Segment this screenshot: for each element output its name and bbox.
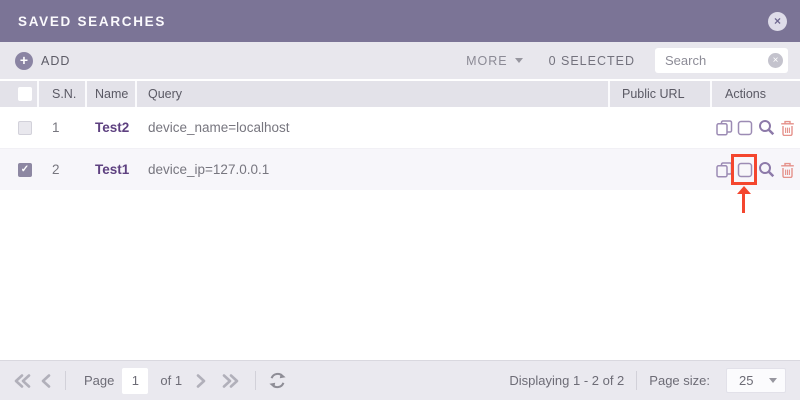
search-icon — [758, 162, 774, 178]
cell-public-url — [610, 107, 712, 148]
row-checkbox-cell — [0, 107, 39, 148]
column-header-actions: Actions — [725, 87, 766, 101]
clear-search-icon[interactable]: × — [768, 53, 783, 68]
first-page-button[interactable] — [14, 373, 31, 388]
more-button-label: MORE — [466, 53, 508, 68]
divider — [65, 371, 66, 390]
divider — [636, 371, 638, 390]
page-of-label: of 1 — [160, 373, 183, 388]
column-header-name: Name — [87, 81, 137, 107]
saved-search-name-link[interactable]: Test1 — [87, 149, 137, 190]
copy-icon — [715, 161, 732, 178]
displaying-label: Displaying 1 - 2 of 2 — [509, 373, 625, 388]
page-title: SAVED SEARCHES — [18, 13, 167, 29]
saved-searches-dialog: SAVED SEARCHES × + ADD MORE 0 SELECTED ×… — [0, 0, 800, 400]
toolbar-right: MORE 0 SELECTED × — [466, 48, 788, 73]
chevron-right-icon — [196, 373, 206, 388]
page-number-input[interactable] — [122, 367, 149, 394]
plus-icon: + — [15, 51, 33, 70]
delete-button[interactable] — [778, 119, 796, 137]
selected-count: 0 SELECTED — [548, 53, 635, 68]
next-page-button[interactable] — [196, 373, 206, 388]
saved-search-name-link[interactable]: Test2 — [87, 107, 137, 148]
search-box: × — [655, 48, 788, 73]
row-checkbox[interactable] — [18, 120, 32, 135]
trash-icon — [780, 120, 794, 136]
pager-footer: Page of 1 — [0, 360, 800, 400]
chevron-down-icon — [514, 58, 523, 63]
add-button-label: ADD — [41, 53, 71, 68]
double-chevron-left-icon — [14, 373, 31, 388]
refresh-button[interactable] — [268, 372, 287, 389]
duplicate-button[interactable] — [715, 119, 733, 137]
divider — [255, 371, 257, 390]
copy-icon — [715, 119, 732, 136]
cell-public-url — [610, 149, 712, 190]
page-label: Page — [84, 373, 115, 388]
table-row: 1 Test2 device_name=localhost — [0, 107, 800, 149]
delete-button[interactable] — [778, 161, 796, 179]
footer-right: Displaying 1 - 2 of 2 Page size: 25 — [509, 368, 786, 393]
add-button[interactable]: + ADD — [15, 51, 71, 70]
cell-query: device_name=localhost — [148, 120, 290, 135]
checkmark-icon: ✓ — [20, 163, 30, 175]
more-button[interactable]: MORE — [466, 54, 523, 68]
titlebar: SAVED SEARCHES × — [0, 0, 800, 42]
run-search-button[interactable] — [757, 161, 775, 179]
cell-query: device_ip=127.0.0.1 — [148, 162, 270, 177]
last-page-button[interactable] — [222, 373, 239, 388]
public-url-toggle-button[interactable] — [736, 119, 754, 137]
cell-sn: 1 — [52, 120, 60, 135]
cell-sn: 2 — [52, 162, 60, 177]
run-search-button[interactable] — [757, 119, 775, 137]
column-header-sn: S.N. — [39, 81, 87, 107]
chevron-left-icon — [41, 373, 51, 388]
page-size-select[interactable]: 25 — [726, 368, 786, 393]
toolbar: + ADD MORE 0 SELECTED × — [0, 42, 800, 79]
row-checkbox[interactable]: ✓ — [18, 162, 32, 177]
column-header-query: Query — [137, 81, 610, 107]
table-header: S.N. Name Query Public URL Actions — [0, 81, 800, 107]
page-size-value: 25 — [739, 373, 754, 388]
pager: Page of 1 — [14, 367, 287, 394]
search-icon — [758, 120, 774, 136]
refresh-icon — [269, 372, 286, 389]
select-all-checkbox[interactable] — [18, 87, 32, 101]
cell-actions — [712, 107, 800, 148]
column-header-public-url: Public URL — [610, 81, 712, 107]
chevron-down-icon — [769, 378, 777, 383]
annotation-highlight-box — [731, 154, 757, 185]
row-checkbox-cell: ✓ — [0, 149, 39, 190]
trash-icon — [780, 162, 794, 178]
close-icon[interactable]: × — [768, 11, 787, 31]
select-all-cell — [0, 81, 39, 107]
previous-page-button[interactable] — [41, 373, 51, 388]
square-icon — [737, 120, 753, 135]
double-chevron-right-icon — [222, 373, 239, 388]
annotation-arrow-stem — [742, 193, 745, 213]
table-row: ✓ 2 Test1 device_ip=127.0.0.1 — [0, 149, 800, 190]
page-size-label: Page size: — [649, 373, 710, 388]
